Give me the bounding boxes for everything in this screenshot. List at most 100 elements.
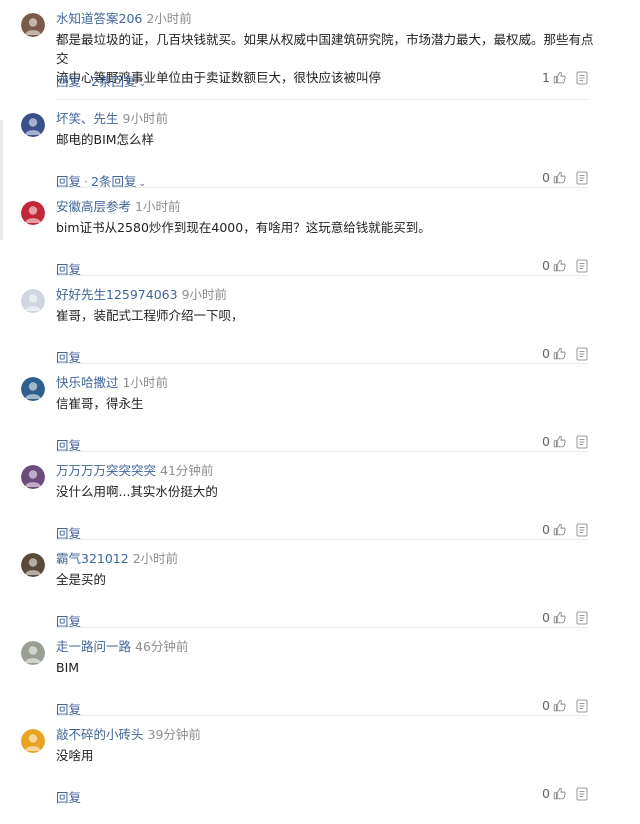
avatar-image <box>21 201 45 225</box>
username-link[interactable]: 好好先生125974063 <box>56 287 178 302</box>
avatar[interactable] <box>21 641 45 665</box>
comment-meta: 安徽高层参考 1小时前 <box>56 196 180 215</box>
view-replies-button[interactable]: 2条回复 ⌄ <box>91 74 146 89</box>
comment-item: 快乐哈撒过 1小时前 信崔哥，得永生 回复 0 <box>0 364 640 453</box>
reply-button[interactable]: 回复 <box>56 790 81 805</box>
more-options-icon[interactable] <box>576 699 588 713</box>
reply-button[interactable]: 回复 <box>56 702 81 717</box>
comment-text: 崔哥，装配式工程师介绍一下呗， <box>56 308 244 323</box>
comment-meta: 坏笑、先生 9小时前 <box>56 108 168 127</box>
thumbs-up-icon <box>553 435 566 448</box>
avatar-image <box>21 289 45 313</box>
avatar-image <box>21 553 45 577</box>
thumbs-up-icon <box>553 787 566 800</box>
comment-meta: 水知道答案206 2小时前 <box>56 8 192 27</box>
comment-time: 41分钟前 <box>160 463 214 478</box>
comment-time: 9小时前 <box>181 287 228 302</box>
thumbs-up-icon <box>553 523 566 536</box>
username-link[interactable]: 敲不碎的小砖头 <box>56 727 144 742</box>
more-options-icon[interactable] <box>576 523 588 537</box>
more-options-icon[interactable] <box>576 347 588 361</box>
avatar[interactable] <box>21 553 45 577</box>
like-button[interactable]: 0 <box>542 170 566 185</box>
comment-time: 2小时前 <box>146 11 192 26</box>
like-button[interactable]: 1 <box>542 70 566 85</box>
more-options-icon[interactable] <box>576 435 588 449</box>
like-button[interactable]: 0 <box>542 698 566 713</box>
separator-dot: · <box>84 174 88 189</box>
avatar[interactable] <box>21 13 45 37</box>
thumbs-up-icon <box>553 699 566 712</box>
username-link[interactable]: 万万万万突突突突 <box>56 463 156 478</box>
thumbs-up-icon <box>553 71 566 84</box>
username-link[interactable]: 快乐哈撒过 <box>56 375 119 390</box>
comment-item: 走一路问一路 46分钟前 BIM 回复 0 <box>0 628 640 717</box>
comment-time: 39分钟前 <box>147 727 201 742</box>
chevron-down-icon: ⌄ <box>138 79 146 89</box>
view-replies-button[interactable]: 2条回复 ⌄ <box>91 174 146 189</box>
username-link[interactable]: 安徽高层参考 <box>56 199 131 214</box>
like-count: 0 <box>542 522 550 537</box>
like-count: 0 <box>542 346 550 361</box>
reply-button[interactable]: 回复 <box>56 262 81 277</box>
thumbs-up-icon <box>553 347 566 360</box>
comment-meta: 快乐哈撒过 1小时前 <box>56 372 168 391</box>
avatar-image <box>21 377 45 401</box>
reply-button[interactable]: 回复 <box>56 526 81 541</box>
avatar[interactable] <box>21 201 45 225</box>
reply-button[interactable]: 回复 <box>56 74 81 89</box>
comment-list: 水知道答案206 2小时前 都是最垃圾的证，几百块钱就买。如果从权威中国建筑研究院… <box>0 0 640 806</box>
like-button[interactable]: 0 <box>542 522 566 537</box>
more-options-icon[interactable] <box>576 171 588 185</box>
more-options-icon[interactable] <box>576 787 588 801</box>
like-button[interactable]: 0 <box>542 258 566 273</box>
comment-text: 没啥用 <box>56 748 94 763</box>
comment-item: 霸气321012 2小时前 全是买的 回复 0 <box>0 540 640 629</box>
comment-meta: 好好先生125974063 9小时前 <box>56 284 227 303</box>
comment-meta: 霸气321012 2小时前 <box>56 548 178 567</box>
like-count: 0 <box>542 170 550 185</box>
reply-button[interactable]: 回复 <box>56 350 81 365</box>
like-count: 0 <box>542 786 550 801</box>
more-options-icon[interactable] <box>576 71 588 85</box>
avatar[interactable] <box>21 377 45 401</box>
username-link[interactable]: 坏笑、先生 <box>56 111 119 126</box>
comment-time: 2小时前 <box>132 551 179 566</box>
like-button[interactable]: 0 <box>542 610 566 625</box>
username-link[interactable]: 走一路问一路 <box>56 639 131 654</box>
avatar-image <box>21 641 45 665</box>
avatar[interactable] <box>21 465 45 489</box>
avatar[interactable] <box>21 113 45 137</box>
like-count: 0 <box>542 258 550 273</box>
more-options-icon[interactable] <box>576 611 588 625</box>
comment-actions: 回复 · 2条回复 ⌄ <box>56 71 146 90</box>
more-options-icon[interactable] <box>576 259 588 273</box>
username-link[interactable]: 霸气321012 <box>56 551 129 566</box>
like-button[interactable]: 0 <box>542 434 566 449</box>
comment-time: 9小时前 <box>122 111 168 126</box>
comment-actions: 回复 <box>56 787 81 806</box>
like-count: 1 <box>542 70 550 85</box>
comment-text: 全是买的 <box>56 572 107 587</box>
avatar-image <box>21 729 45 753</box>
like-button[interactable]: 0 <box>542 786 566 801</box>
comment-item: 敲不碎的小砖头 39分钟前 没啥用 回复 0 <box>0 716 640 806</box>
comment-text: 没什么用啊...其实水份挺大的 <box>56 484 218 499</box>
like-button[interactable]: 0 <box>542 346 566 361</box>
comment-meta: 走一路问一路 46分钟前 <box>56 636 188 655</box>
comment-item: 好好先生125974063 9小时前 崔哥，装配式工程师介绍一下呗， 回复 0 <box>0 276 640 365</box>
reply-button[interactable]: 回复 <box>56 438 81 453</box>
comment-item: 安徽高层参考 1小时前 bim证书从2580炒作到现在4000，有啥用？这玩意给钱… <box>0 188 640 277</box>
reply-button[interactable]: 回复 <box>56 174 81 189</box>
reply-button[interactable]: 回复 <box>56 614 81 629</box>
avatar-image <box>21 465 45 489</box>
username-link[interactable]: 水知道答案206 <box>56 11 142 26</box>
comment-time: 1小时前 <box>135 199 181 214</box>
comment-text: BIM <box>56 660 80 675</box>
avatar-image <box>21 113 45 137</box>
thumbs-up-icon <box>553 171 566 184</box>
comment-text: bim证书从2580炒作到现在4000，有啥用？这玩意给钱就能买到。 <box>56 220 431 235</box>
comment-time: 1小时前 <box>122 375 168 390</box>
avatar[interactable] <box>21 289 45 313</box>
avatar[interactable] <box>21 729 45 753</box>
